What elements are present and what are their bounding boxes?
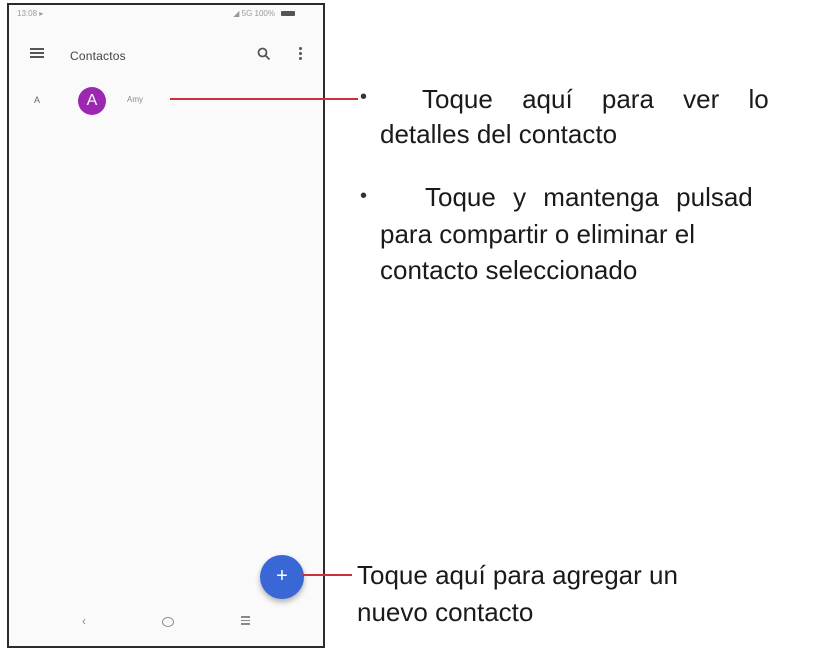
bullet-contact-hold: • bbox=[360, 185, 368, 207]
callout-line-contact bbox=[170, 98, 358, 100]
callout-add-contact-line2: nuevo contacto bbox=[357, 597, 534, 627]
search-icon[interactable] bbox=[257, 47, 271, 61]
callout-contact-hold-line2: para compartir o eliminar el bbox=[380, 219, 696, 249]
contact-name: Amy bbox=[127, 95, 143, 104]
menu-icon[interactable] bbox=[30, 48, 44, 58]
callout-line-add bbox=[302, 574, 352, 576]
recents-icon[interactable] bbox=[241, 616, 250, 627]
callout-contact-hold-line3: contacto seleccionado bbox=[380, 255, 638, 285]
page-title: Contactos bbox=[70, 49, 126, 63]
callout-add-contact-line1: Toque aquí para agregar un bbox=[357, 560, 678, 590]
battery-icon bbox=[281, 11, 295, 16]
more-options-icon[interactable] bbox=[297, 47, 303, 61]
section-letter: A bbox=[34, 95, 41, 105]
avatar: A bbox=[78, 87, 106, 115]
app-bar: Contactos bbox=[9, 35, 323, 75]
status-bar: 13:08 ▸ ◢ 5G 100% bbox=[9, 5, 323, 23]
status-time: 13:08 ▸ bbox=[17, 9, 44, 18]
bullet-contact-tap: • bbox=[360, 86, 368, 108]
callout-contact-hold-line1: Toque y mantenga pulsad bbox=[425, 182, 753, 212]
add-contact-button[interactable]: + bbox=[260, 555, 304, 599]
contact-list-item[interactable]: A A Amy bbox=[9, 85, 323, 119]
back-icon[interactable]: ‹ bbox=[82, 614, 86, 628]
navigation-bar: ‹ bbox=[9, 596, 323, 646]
callout-contact-tap-line1: Toque aquí para ver lo bbox=[422, 84, 769, 114]
home-icon[interactable] bbox=[162, 617, 174, 627]
callout-contact-tap-line2: detalles del contacto bbox=[380, 119, 618, 149]
status-indicators: ◢ 5G 100% bbox=[233, 9, 275, 18]
